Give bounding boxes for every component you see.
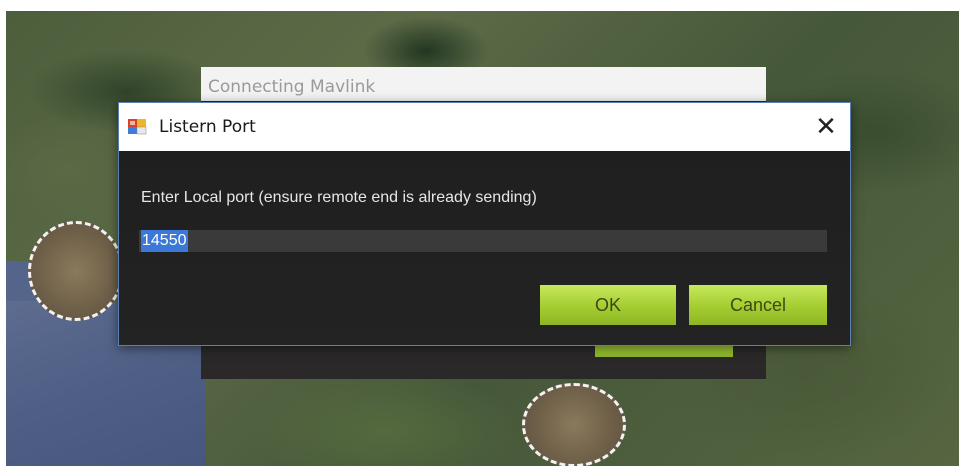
ok-button[interactable]: OK [540,285,676,325]
cancel-button[interactable]: Cancel [689,285,827,325]
listen-port-dialog: Listern Port ✕ Enter Local port (ensure … [118,102,851,346]
dialog-titlebar: Listern Port ✕ [119,103,850,151]
port-prompt-label: Enter Local port (ensure remote end is a… [141,189,537,206]
dialog-title: Listern Port [159,117,256,137]
connecting-mavlink-title: Connecting Mavlink [201,67,766,101]
dialog-body: Enter Local port (ensure remote end is a… [119,151,850,345]
local-port-input[interactable]: 14550 [139,230,827,252]
waypoint-circle [522,383,626,466]
close-icon[interactable]: ✕ [810,111,842,143]
app-icon [127,117,147,135]
waypoint-circle [28,221,124,321]
port-value-selected: 14550 [141,230,188,252]
